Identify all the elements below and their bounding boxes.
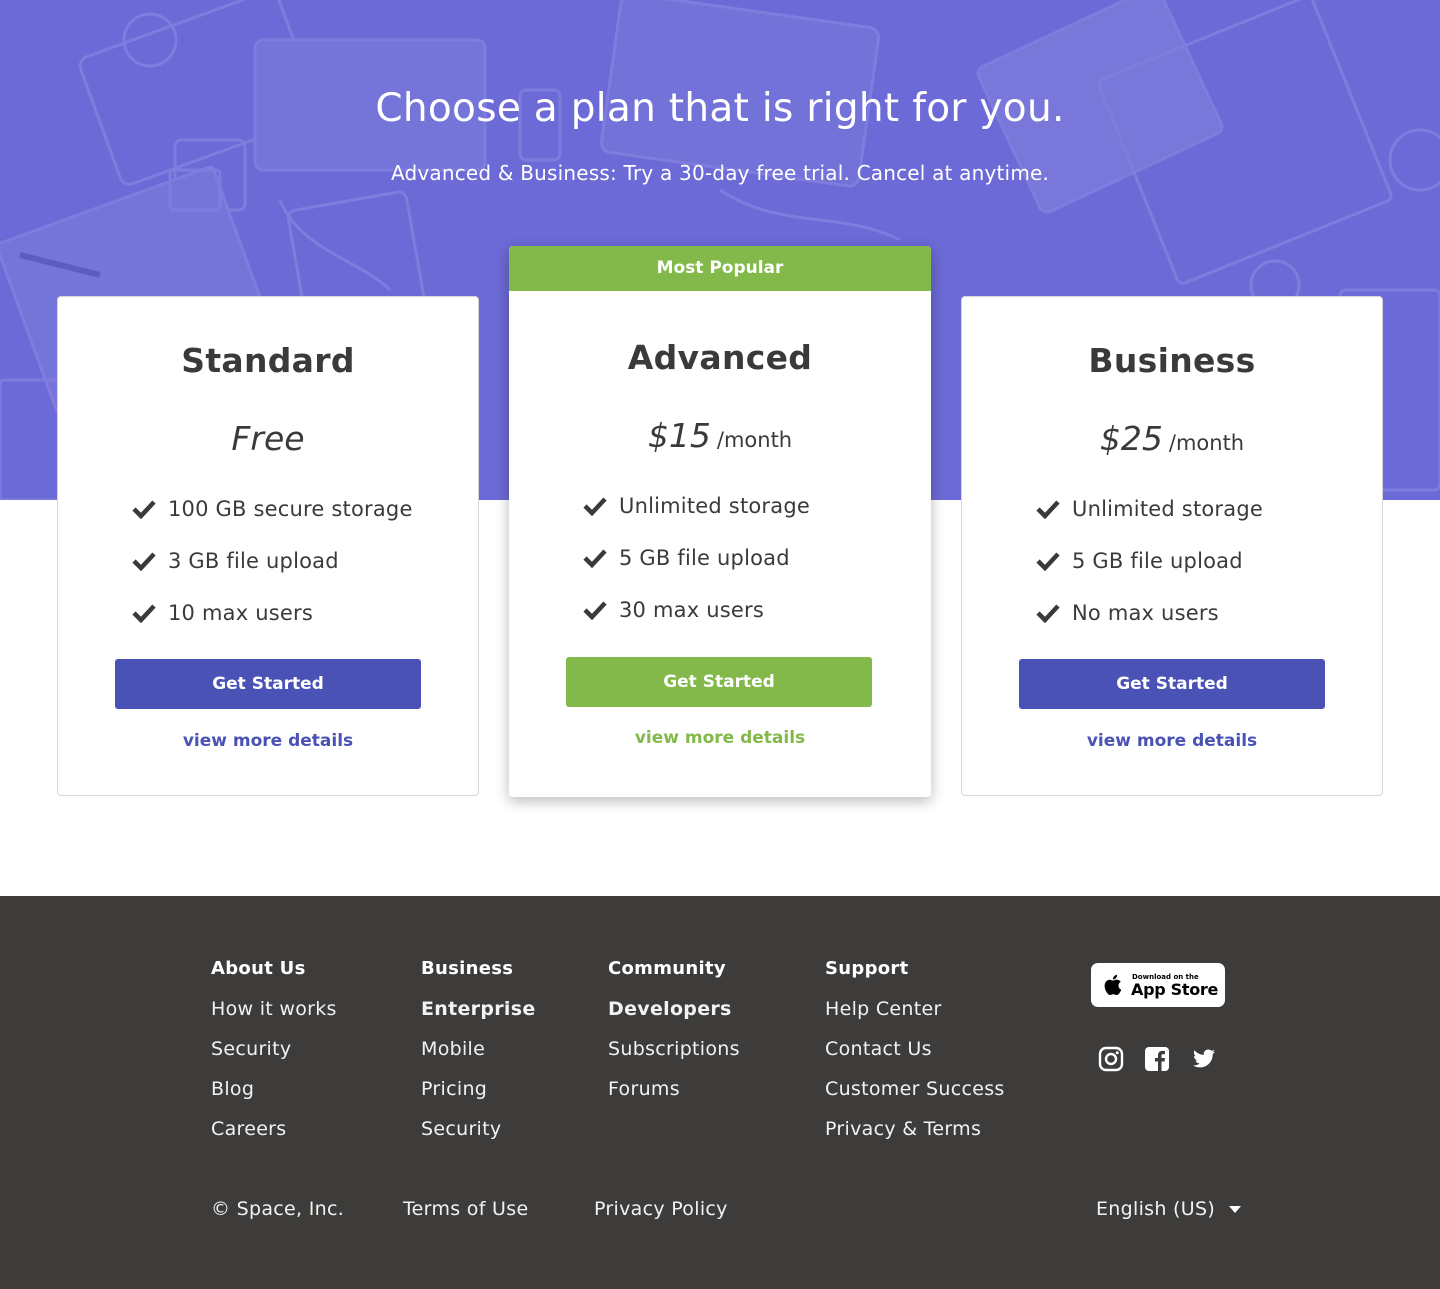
footer-link[interactable]: Developers xyxy=(608,994,740,1034)
get-started-button[interactable]: Get Started xyxy=(1019,659,1325,709)
feature-item: 3 GB file upload xyxy=(132,535,413,587)
terms-of-use-link[interactable]: Terms of Use xyxy=(403,1198,528,1220)
feature-text: 30 max users xyxy=(619,598,764,622)
price-amount: Free xyxy=(231,419,305,458)
footer-column-business: Business Enterprise Mobile Pricing Secur… xyxy=(421,954,536,1154)
footer-link[interactable]: Blog xyxy=(211,1074,337,1114)
feature-item: Unlimited storage xyxy=(1036,483,1263,535)
plan-name: Business xyxy=(1088,341,1256,380)
footer-column-community: Community Developers Subscriptions Forum… xyxy=(608,954,740,1114)
footer-heading[interactable]: About Us xyxy=(211,954,337,994)
app-store-big-text: App Store xyxy=(1131,980,1219,999)
checkmark-icon xyxy=(1036,552,1060,571)
feature-text: 100 GB secure storage xyxy=(168,497,413,521)
privacy-policy-link[interactable]: Privacy Policy xyxy=(594,1198,728,1220)
feature-list: 100 GB secure storage 3 GB file upload 1… xyxy=(132,483,413,639)
footer-link[interactable]: Enterprise xyxy=(421,994,536,1034)
footer-link[interactable]: How it works xyxy=(211,994,337,1034)
view-more-details-link[interactable]: view more details xyxy=(58,731,478,751)
plan-name: Advanced xyxy=(627,338,813,377)
feature-list: Unlimited storage 5 GB file upload 30 ma… xyxy=(583,480,810,636)
instagram-icon[interactable] xyxy=(1098,1046,1124,1072)
footer-heading[interactable]: Community xyxy=(608,954,740,994)
footer-link[interactable]: Security xyxy=(211,1034,337,1074)
feature-list: Unlimited storage 5 GB file upload No ma… xyxy=(1036,483,1263,639)
price-amount: $15 xyxy=(647,416,711,455)
footer-heading[interactable]: Business xyxy=(421,954,536,994)
apple-icon xyxy=(1104,974,1122,996)
footer-link[interactable]: Pricing xyxy=(421,1074,536,1114)
feature-item: 100 GB secure storage xyxy=(132,483,413,535)
most-popular-badge: Most Popular xyxy=(509,246,931,291)
checkmark-icon xyxy=(132,500,156,519)
twitter-icon[interactable] xyxy=(1191,1046,1217,1072)
feature-item: 5 GB file upload xyxy=(1036,535,1263,587)
page-title: Choose a plan that is right for you. xyxy=(375,86,1065,131)
feature-item: Unlimited storage xyxy=(583,480,810,532)
view-more-details-link[interactable]: view more details xyxy=(509,728,931,748)
price-amount: $25 xyxy=(1099,419,1163,458)
feature-text: Unlimited storage xyxy=(1072,497,1263,521)
facebook-icon[interactable] xyxy=(1144,1046,1170,1072)
feature-text: 5 GB file upload xyxy=(1072,549,1243,573)
page-subtitle: Advanced & Business: Try a 30-day free t… xyxy=(390,161,1050,185)
feature-text: Unlimited storage xyxy=(619,494,810,518)
footer-link[interactable]: Security xyxy=(421,1114,536,1154)
footer-column-about: About Us How it works Security Blog Care… xyxy=(211,954,337,1154)
checkmark-icon xyxy=(583,497,607,516)
plan-card-advanced: Most Popular Advanced $15/month Unlimite… xyxy=(509,246,931,797)
checkmark-icon xyxy=(1036,500,1060,519)
copyright-text: © Space, Inc. xyxy=(211,1198,345,1220)
caret-down-icon xyxy=(1229,1205,1242,1213)
checkmark-icon xyxy=(1036,604,1060,623)
feature-item: 5 GB file upload xyxy=(583,532,810,584)
feature-text: No max users xyxy=(1072,601,1219,625)
plan-price: $15/month xyxy=(509,416,931,455)
plan-name: Standard xyxy=(181,341,355,380)
checkmark-icon xyxy=(583,549,607,568)
footer-column-support: Support Help Center Contact Us Customer … xyxy=(825,954,1005,1154)
footer-link[interactable]: Forums xyxy=(608,1074,740,1114)
footer-heading[interactable]: Support xyxy=(825,954,1005,994)
price-period: /month xyxy=(716,428,793,452)
view-more-details-link[interactable]: view more details xyxy=(962,731,1382,751)
plan-card-standard: Standard Free 100 GB secure storage 3 GB… xyxy=(57,296,479,796)
footer-link[interactable]: Contact Us xyxy=(825,1034,1005,1074)
app-store-badge[interactable]: Download on the App Store xyxy=(1091,963,1225,1007)
plan-price: $25/month xyxy=(962,419,1382,458)
footer-link[interactable]: Mobile xyxy=(421,1034,536,1074)
feature-item: 30 max users xyxy=(583,584,810,636)
footer-link[interactable]: Customer Success xyxy=(825,1074,1005,1114)
get-started-button[interactable]: Get Started xyxy=(566,657,872,707)
language-selector[interactable]: English (US) xyxy=(1096,1198,1242,1220)
site-footer: About Us How it works Security Blog Care… xyxy=(0,896,1440,1289)
plan-price: Free xyxy=(58,419,478,458)
get-started-button[interactable]: Get Started xyxy=(115,659,421,709)
price-period: /month xyxy=(1168,431,1245,455)
footer-link[interactable]: Help Center xyxy=(825,994,1005,1034)
feature-item: 10 max users xyxy=(132,587,413,639)
plan-card-business: Business $25/month Unlimited storage 5 G… xyxy=(961,296,1383,796)
checkmark-icon xyxy=(132,552,156,571)
feature-item: No max users xyxy=(1036,587,1263,639)
language-label: English (US) xyxy=(1096,1198,1216,1220)
footer-link[interactable]: Subscriptions xyxy=(608,1034,740,1074)
footer-link[interactable]: Careers xyxy=(211,1114,337,1154)
checkmark-icon xyxy=(132,604,156,623)
feature-text: 5 GB file upload xyxy=(619,546,790,570)
footer-link[interactable]: Privacy & Terms xyxy=(825,1114,1005,1154)
feature-text: 3 GB file upload xyxy=(168,549,339,573)
checkmark-icon xyxy=(583,601,607,620)
feature-text: 10 max users xyxy=(168,601,313,625)
